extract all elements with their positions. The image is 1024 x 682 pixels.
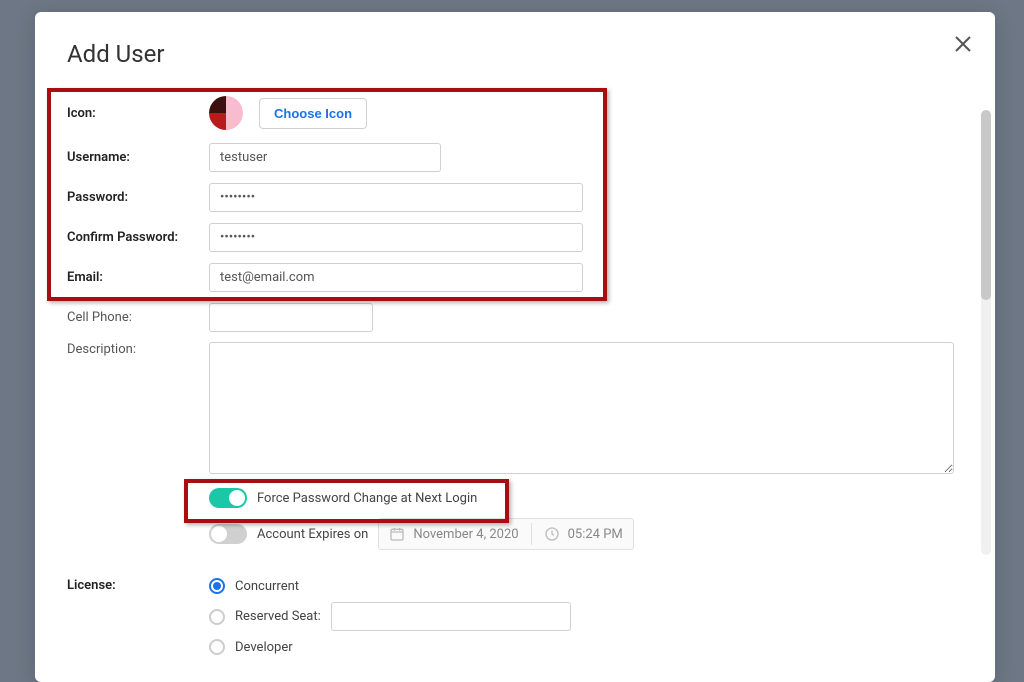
email-label: Email: bbox=[67, 270, 209, 285]
reserved-seat-input[interactable] bbox=[331, 602, 571, 631]
license-radio-reserved[interactable] bbox=[209, 609, 225, 625]
license-radio-concurrent[interactable] bbox=[209, 578, 225, 594]
license-label: License: bbox=[67, 578, 209, 593]
force-password-toggle[interactable] bbox=[209, 488, 247, 508]
modal-scrollbar[interactable] bbox=[981, 110, 991, 555]
close-icon bbox=[951, 32, 975, 56]
add-user-modal: Add User Icon: Choose Icon Username: Pas… bbox=[35, 12, 995, 682]
cell-phone-input[interactable] bbox=[209, 303, 373, 332]
license-label-concurrent: Concurrent bbox=[235, 579, 299, 594]
confirm-password-label: Confirm Password: bbox=[67, 230, 209, 245]
user-icon-preview bbox=[209, 96, 243, 130]
password-label: Password: bbox=[67, 190, 209, 205]
account-expires-toggle[interactable] bbox=[209, 524, 247, 544]
clock-icon bbox=[544, 526, 560, 542]
license-radio-developer[interactable] bbox=[209, 639, 225, 655]
expires-datetime[interactable]: November 4, 2020 05:24 PM bbox=[378, 518, 633, 550]
modal-title: Add User bbox=[67, 40, 963, 68]
cell-phone-label: Cell Phone: bbox=[67, 310, 209, 325]
confirm-password-input[interactable] bbox=[209, 223, 583, 252]
expires-time: 05:24 PM bbox=[568, 527, 623, 542]
calendar-icon bbox=[389, 526, 405, 542]
description-label: Description: bbox=[67, 342, 209, 357]
license-label-developer: Developer bbox=[235, 640, 293, 655]
account-expires-label: Account Expires on bbox=[257, 527, 368, 542]
expires-date: November 4, 2020 bbox=[413, 527, 518, 542]
scrollbar-thumb[interactable] bbox=[981, 110, 991, 300]
username-input[interactable] bbox=[209, 143, 441, 172]
email-input[interactable] bbox=[209, 263, 583, 292]
close-button[interactable] bbox=[951, 32, 975, 56]
license-label-reserved: Reserved Seat: bbox=[235, 609, 321, 624]
username-label: Username: bbox=[67, 150, 209, 165]
choose-icon-button[interactable]: Choose Icon bbox=[259, 98, 367, 129]
license-radio-group: Concurrent Reserved Seat: Developer bbox=[209, 578, 571, 655]
password-input[interactable] bbox=[209, 183, 583, 212]
force-password-label: Force Password Change at Next Login bbox=[257, 491, 477, 506]
description-textarea[interactable] bbox=[209, 342, 954, 474]
icon-label: Icon: bbox=[67, 106, 209, 121]
